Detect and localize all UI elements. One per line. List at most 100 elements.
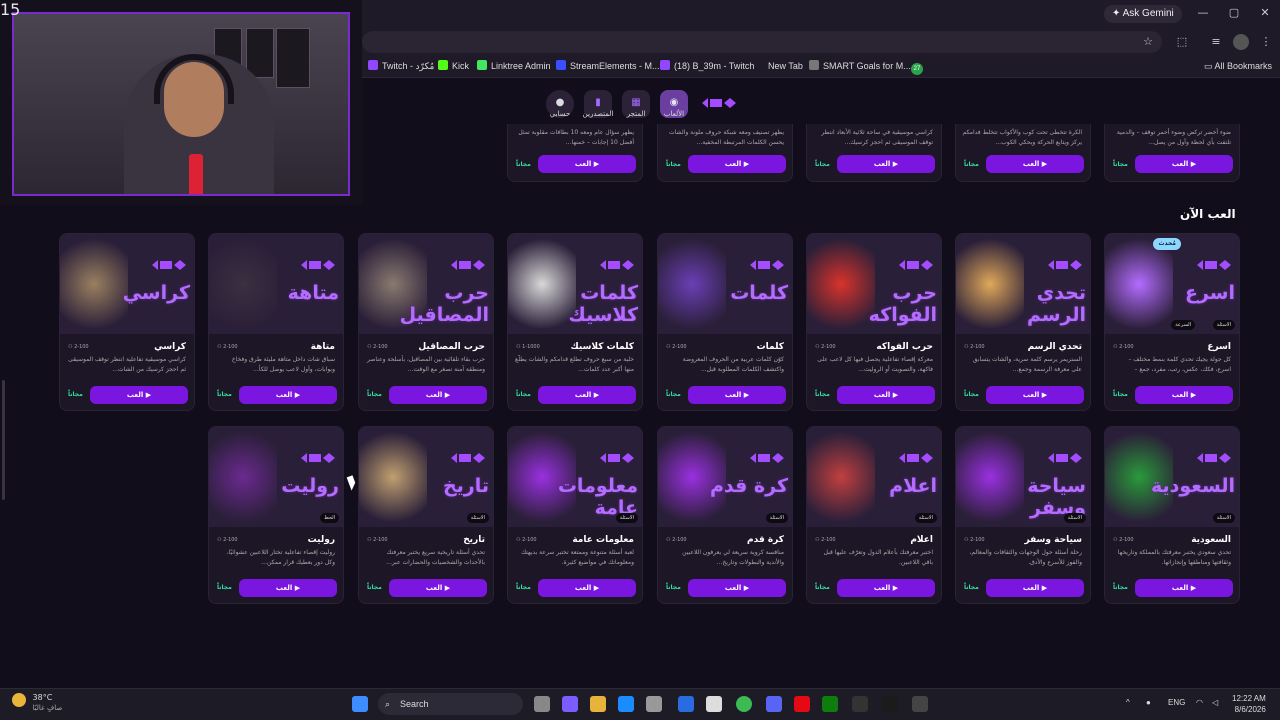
bookmark-star-icon[interactable]: ☆ [1140, 34, 1156, 50]
game-thumbnail[interactable]: متاهة [209, 234, 343, 334]
epic-icon[interactable] [852, 696, 868, 712]
play-button[interactable]: العب ▶ [389, 386, 487, 404]
game-card[interactable]: كرة قدم الاسئلة كرة قدم ⚇ 2-100 منافسة كروية… [657, 426, 793, 604]
game-card[interactable]: اعلام الاسئلة اعلام ⚇ 2-100 اختبر معرفتك بأع… [806, 426, 942, 604]
game-card[interactable]: حرب المصاقيل حرب المصاقيل ⚇ 2-100 حرب بقاء … [358, 233, 494, 411]
game-thumbnail[interactable]: اعلام الاسئلة [807, 427, 941, 527]
file-explorer-icon[interactable] [590, 696, 606, 712]
game-thumbnail[interactable]: تحدي الرسم [956, 234, 1090, 334]
chrome-icon[interactable] [736, 696, 752, 712]
bookmark-item[interactable]: StreamElements - M... [556, 59, 660, 74]
game-card[interactable]: كراسي كراسي ⚇ 2-100 كراسي موسيقية تفاعلية ا… [59, 233, 195, 411]
tray-chevron-icon[interactable]: ^ [1126, 698, 1130, 707]
play-button[interactable]: العب ▶ [986, 386, 1084, 404]
bookmark-item[interactable]: Kick [438, 59, 469, 74]
game-thumbnail[interactable]: كرة قدم الاسئلة [658, 427, 792, 527]
play-button[interactable]: العب ▶ [688, 155, 786, 173]
play-button[interactable]: العب ▶ [1135, 155, 1233, 173]
taskbar-clock[interactable]: 12:22 AM 8/6/2026 [1232, 693, 1266, 715]
play-button[interactable]: العب ▶ [538, 579, 636, 597]
settings-icon[interactable] [706, 696, 722, 712]
game-thumbnail[interactable]: كلمات [658, 234, 792, 334]
weather-widget[interactable]: 38°C صافٍ غالبًا [12, 693, 62, 713]
all-bookmarks[interactable]: ▭ All Bookmarks [1204, 59, 1272, 74]
game-thumbnail[interactable]: معلومات عامة الاسئلة [508, 427, 642, 527]
game-thumbnail[interactable]: روليت الحظ [209, 427, 343, 527]
game-title: حرب الفواكه [876, 342, 933, 352]
scrollbar[interactable] [2, 380, 5, 500]
game-thumbnail[interactable]: حرب المصاقيل [359, 234, 493, 334]
game-card[interactable]: كلمات كلاسيك كلمات كلاسيك ⚇ 1-1000 خلية من … [507, 233, 643, 411]
game-card[interactable]: كلمات كلمات ⚇ 2-100 كوّن كلمات عربية من الح… [657, 233, 793, 411]
game-card[interactable]: اسرع الاسئلة السرعة مُحدث اسرع ⚇ 2-100 كل جولة… [1104, 233, 1240, 411]
bookmark-item[interactable]: 27 [911, 59, 927, 75]
play-button[interactable]: العب ▶ [986, 579, 1084, 597]
play-button[interactable]: العب ▶ [538, 386, 636, 404]
game-card[interactable]: روليت الحظ روليت ⚇ 2-100 روليت إقصاء تفاعلية… [208, 426, 344, 604]
wifi-icon[interactable]: ◠ [1196, 698, 1203, 707]
profile-avatar[interactable] [1233, 34, 1249, 50]
game-card[interactable]: معلومات عامة الاسئلة معلومات عامة ⚇ 2-100 لع… [507, 426, 643, 604]
bookmark-item[interactable]: New Tab [768, 59, 803, 74]
address-bar[interactable] [362, 31, 1162, 53]
game-thumbnail[interactable]: كراسي [60, 234, 194, 334]
play-button[interactable]: العب ▶ [837, 579, 935, 597]
play-button[interactable]: العب ▶ [239, 579, 337, 597]
volume-icon[interactable]: ◁ [1212, 698, 1218, 707]
game-card[interactable]: متاهة متاهة ⚇ 2-100 سباق شات داخل متاهة ملي… [208, 233, 344, 411]
menu-icon[interactable]: ⋮ [1258, 34, 1274, 50]
play-button[interactable]: العب ▶ [986, 155, 1084, 173]
game-thumbnail[interactable]: اسرع الاسئلة السرعة مُحدث [1105, 234, 1239, 334]
game-title: كرة قدم [747, 535, 784, 545]
play-button[interactable]: العب ▶ [837, 386, 935, 404]
bookmark-item[interactable]: SMART Goals for M... [809, 59, 911, 74]
play-button[interactable]: العب ▶ [1135, 579, 1233, 597]
netflix-icon[interactable] [794, 696, 810, 712]
play-button[interactable]: العب ▶ [239, 386, 337, 404]
maximize-icon[interactable]: ▢ [1227, 6, 1241, 20]
play-button[interactable]: العب ▶ [90, 386, 188, 404]
play-button[interactable]: العب ▶ [688, 579, 786, 597]
minimize-icon[interactable]: — [1196, 6, 1210, 20]
game-card[interactable]: سياحة وسفر الاسئلة سياحة وسفر ⚇ 2-100 رحلة أ… [955, 426, 1091, 604]
extensions-icon[interactable]: ⬚ [1174, 34, 1190, 50]
game-description: تحدي أسئلة تاريخية سريع يختبر معرفتك بال… [386, 549, 485, 566]
game-thumbnail[interactable]: تاريخ الاسئلة [359, 427, 493, 527]
play-button[interactable]: العب ▶ [688, 386, 786, 404]
play-button[interactable]: العب ▶ [538, 155, 636, 173]
xbox-icon[interactable] [822, 696, 838, 712]
start-icon[interactable] [352, 696, 368, 712]
discord-icon[interactable] [766, 696, 782, 712]
bookmark-item[interactable]: Linktree Admin [477, 59, 551, 74]
close-icon[interactable]: ✕ [1258, 6, 1272, 20]
store-app-icon[interactable] [646, 696, 662, 712]
language-indicator[interactable]: ENG [1168, 698, 1185, 707]
obs-icon[interactable] [912, 696, 928, 712]
category-tag: الاسئلة [914, 513, 937, 523]
game-card[interactable]: السعودية الاسئلة السعودية ⚇ 2-100 تحدي سعودي… [1104, 426, 1240, 604]
play-button[interactable]: العب ▶ [1135, 386, 1233, 404]
app-icon[interactable] [882, 696, 898, 712]
game-card[interactable]: تحدي الرسم تحدي الرسم ⚇ 2-100 الستريمر يرسم… [955, 233, 1091, 411]
taskbar-search[interactable]: ⌕ Search [378, 693, 523, 715]
play-button[interactable]: العب ▶ [389, 579, 487, 597]
mic-icon[interactable]: ● [1146, 698, 1151, 707]
outlook-icon[interactable] [678, 696, 694, 712]
media-icon[interactable]: ≡ [1208, 34, 1224, 50]
game-card: ضوء أخضر تركض وضوء أحمر توقف – والدمية ت… [1104, 124, 1240, 182]
game-thumbnail[interactable]: كلمات كلاسيك [508, 234, 642, 334]
copilot-icon[interactable] [562, 696, 578, 712]
site-logo[interactable] [700, 96, 738, 110]
game-thumbnail[interactable]: حرب الفواكه [807, 234, 941, 334]
edge-icon[interactable] [618, 696, 634, 712]
game-thumbnail[interactable]: سياحة وسفر الاسئلة [956, 427, 1090, 527]
play-button[interactable]: العب ▶ [837, 155, 935, 173]
bookmark-item[interactable]: Twitch - مُكرّد [368, 59, 434, 74]
game-card[interactable]: تاريخ الاسئلة تاريخ ⚇ 2-100 تحدي أسئلة تاريخ… [358, 426, 494, 604]
task-view-icon[interactable] [534, 696, 550, 712]
bookmark-item[interactable]: (18) B_39m - Twitch [660, 59, 754, 74]
ask-gemini-button[interactable]: ✦ Ask Gemini [1104, 5, 1182, 23]
play-label: العب [574, 584, 592, 592]
game-thumbnail[interactable]: السعودية الاسئلة [1105, 427, 1239, 527]
game-card[interactable]: حرب الفواكه حرب الفواكه ⚇ 2-100 معركة إقصاء… [806, 233, 942, 411]
